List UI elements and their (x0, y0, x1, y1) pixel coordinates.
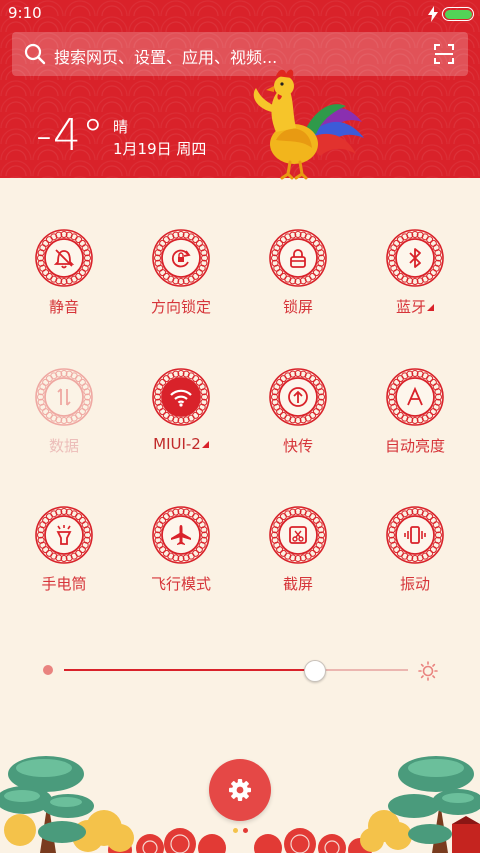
tile-label: 方向锁定 (126, 296, 236, 317)
rotation-lock-icon (152, 229, 210, 287)
charging-icon (428, 6, 438, 22)
vibrate-icon (386, 506, 444, 564)
tile-label-text: 振动 (399, 575, 430, 593)
screenshot-icon (269, 506, 327, 564)
brightness-slider[interactable] (64, 669, 408, 671)
tile-label-text: 快传 (282, 437, 313, 455)
wifi-icon (152, 368, 210, 426)
tile-label: 蓝牙 (360, 296, 470, 317)
page-dot-2 (243, 828, 248, 833)
tile-label: 振动 (360, 573, 470, 594)
tile-label: 快传 (243, 435, 353, 456)
tile-bluetooth[interactable]: 蓝牙 (360, 228, 470, 338)
tile-transfer[interactable]: 快传 (243, 367, 353, 477)
tile-auto-brightness[interactable]: 自动亮度 (360, 367, 470, 477)
tile-bell-off[interactable]: 静音 (9, 228, 119, 338)
airplane-icon (152, 506, 210, 564)
data-icon (35, 368, 93, 426)
tile-label-text: 飞行模式 (150, 575, 211, 593)
tile-label: 飞行模式 (126, 573, 236, 594)
auto-brightness-icon (386, 368, 444, 426)
bluetooth-icon (386, 229, 444, 287)
brightness-slider-fill (64, 669, 315, 671)
scan-icon[interactable] (434, 44, 454, 64)
tile-label-text: MIUI-2 (153, 435, 201, 453)
tile-label: 数据 (9, 435, 119, 456)
tile-label-text: 数据 (48, 437, 79, 455)
bell-off-icon (35, 229, 93, 287)
gear-icon (229, 779, 251, 801)
footer-decoration (0, 740, 480, 853)
tile-label-text: 自动亮度 (384, 437, 445, 455)
tile-label-text: 截屏 (282, 575, 313, 593)
tile-flashlight[interactable]: 手电筒 (9, 505, 119, 615)
tile-label: MIUI-2 (126, 435, 236, 453)
search-input[interactable]: 搜索网页、设置、应用、视频... (54, 44, 277, 68)
more-options-icon (201, 441, 209, 448)
status-time: 9:10 (8, 4, 42, 22)
tile-label: 静音 (9, 296, 119, 317)
weather-condition: 晴 (113, 118, 129, 136)
tile-label-text: 手电筒 (41, 575, 87, 593)
brightness-high-icon (418, 661, 438, 681)
tile-rotation-lock[interactable]: 方向锁定 (126, 228, 236, 338)
tile-label-text: 静音 (48, 298, 79, 316)
page-dot-1 (233, 828, 238, 833)
more-options-icon (427, 304, 434, 311)
tile-label-text: 蓝牙 (395, 298, 426, 316)
tile-vibrate[interactable]: 振动 (360, 505, 470, 615)
tile-screenshot[interactable]: 截屏 (243, 505, 353, 615)
flashlight-icon (35, 506, 93, 564)
tile-lock[interactable]: 锁屏 (243, 228, 353, 338)
brightness-slider-thumb[interactable] (304, 660, 326, 682)
tile-label-text: 方向锁定 (150, 298, 211, 316)
tile-label-text: 锁屏 (282, 298, 313, 316)
page-indicator (233, 828, 249, 834)
tile-wifi[interactable]: MIUI-2 (126, 367, 236, 477)
rooster-illustration (253, 69, 364, 180)
search-icon (24, 43, 46, 65)
weather-date: 1月19日 周四 (113, 140, 207, 158)
lock-icon (269, 229, 327, 287)
tile-data[interactable]: 数据 (9, 367, 119, 477)
transfer-icon (269, 368, 327, 426)
battery-icon (442, 7, 474, 21)
search-bar[interactable]: 搜索网页、设置、应用、视频... (12, 32, 468, 76)
settings-button[interactable] (209, 759, 271, 821)
tile-label: 锁屏 (243, 296, 353, 317)
tile-label: 截屏 (243, 573, 353, 594)
tile-airplane[interactable]: 飞行模式 (126, 505, 236, 615)
header-panel: 9:10 搜索网页、设置、应用、视频... -4° 晴 1月19日 周四 (0, 0, 480, 180)
brightness-low-icon (43, 665, 53, 675)
status-bar: 9:10 (0, 0, 480, 28)
weather-temperature[interactable]: -4° (36, 110, 105, 161)
tile-label: 自动亮度 (360, 435, 470, 456)
tile-label: 手电筒 (9, 573, 119, 594)
